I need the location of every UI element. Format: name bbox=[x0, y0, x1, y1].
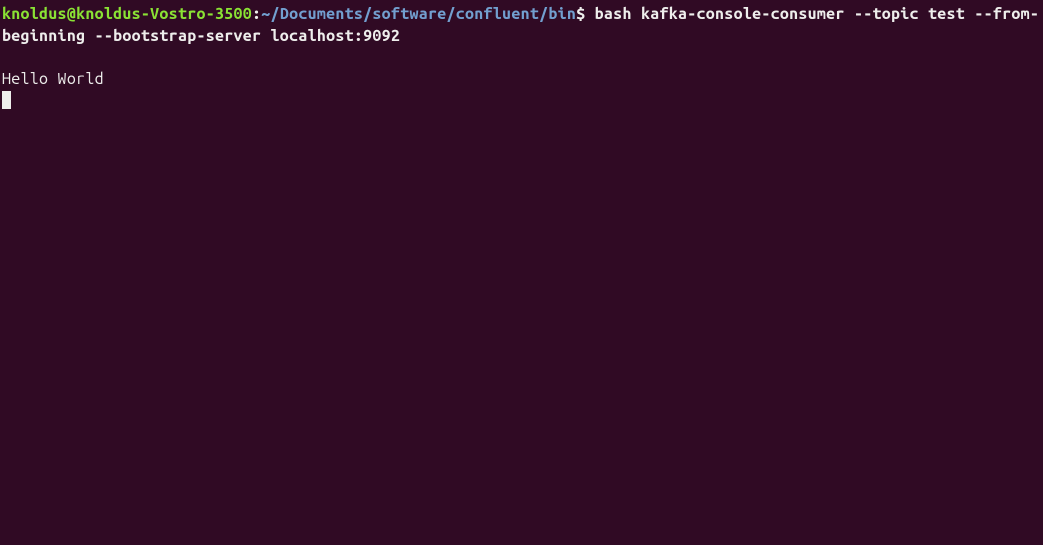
prompt-colon: : bbox=[252, 5, 261, 23]
prompt-user-host: knoldus@knoldus-Vostro-3500 bbox=[2, 5, 252, 23]
cursor-icon bbox=[2, 91, 11, 109]
output-line: Hello World bbox=[2, 69, 1041, 91]
prompt-path: ~/Documents/software/confluent/bin bbox=[261, 5, 576, 23]
terminal-window[interactable]: knoldus@knoldus-Vostro-3500:~/Documents/… bbox=[2, 4, 1041, 112]
blank-line bbox=[2, 47, 1041, 69]
